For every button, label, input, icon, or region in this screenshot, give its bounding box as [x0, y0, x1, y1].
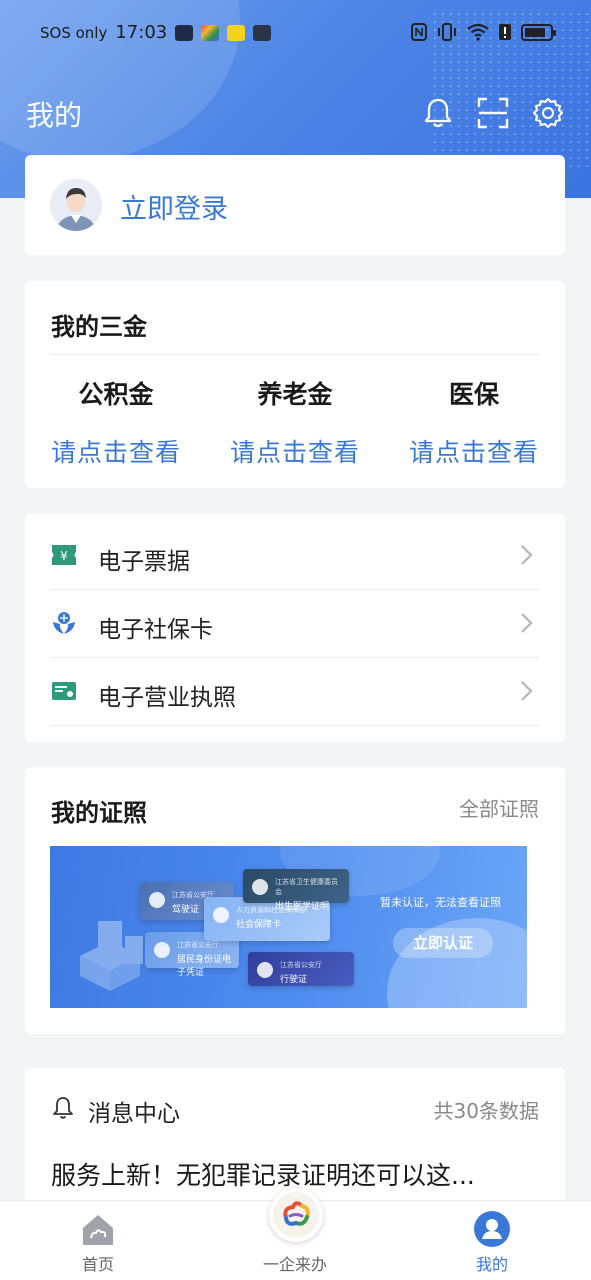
bell-icon[interactable] — [421, 96, 455, 130]
list-item-label: 电子票据 — [98, 549, 190, 575]
banner-note: 暂未认证，无法查看证照 — [380, 896, 501, 909]
list-item-label: 电子社保卡 — [98, 617, 213, 643]
certificate-banner[interactable]: 江苏省公安厅 驾驶证 江苏省公安厅 居民身份证电子凭证 人力资源和社会保障部 社… — [50, 846, 527, 1008]
tab-label: 首页 — [81, 1255, 114, 1274]
list-item-e-receipt[interactable]: ¥ 电子票据 — [25, 522, 565, 590]
divider — [51, 725, 539, 726]
section-title: 我的证照 — [51, 799, 147, 827]
verify-now-button[interactable]: 立即认证 — [393, 928, 493, 958]
list-item-e-social-security-card[interactable]: 电子社保卡 — [25, 590, 565, 658]
home-icon — [83, 1215, 113, 1245]
vehicle-license-card: 江苏省公安厅 行驶证 — [248, 952, 354, 986]
battery-icon — [521, 23, 556, 41]
wifi-icon — [467, 23, 489, 41]
divider — [51, 354, 539, 355]
tab-label: 我的 — [475, 1255, 508, 1274]
clock: 17:03 — [115, 22, 168, 43]
chevron-right-icon — [521, 613, 533, 633]
birth-certificate-card: 江苏省卫生健康委员会 出生医学证明 — [243, 869, 349, 912]
section-title: 我的三金 — [51, 313, 147, 341]
page-title: 我的 — [26, 99, 83, 132]
reader-icon — [253, 24, 272, 41]
scan-icon[interactable] — [476, 96, 510, 130]
message-preview[interactable]: 服务上新！无犯罪记录证明还可以这... — [51, 1156, 475, 1192]
view-link[interactable]: 请点击查看 — [36, 433, 196, 469]
tab-mine[interactable]: 我的 — [432, 1201, 552, 1280]
fund-label: 医保 — [448, 380, 499, 409]
message-count[interactable]: 共30条数据 — [434, 1095, 539, 1124]
fund-column-medical[interactable]: 医保 请点击查看 — [394, 375, 554, 469]
all-certificates-link[interactable]: 全部证照 — [459, 793, 539, 822]
view-link[interactable]: 请点击查看 — [215, 433, 375, 469]
svg-text:¥: ¥ — [60, 549, 68, 563]
app-notification-icon — [201, 24, 220, 41]
status-bar: SOS only 17:03 — [0, 18, 591, 48]
carrier-text: SOS only — [40, 23, 108, 42]
list-item-label: 电子营业执照 — [98, 685, 236, 711]
business-license-icon — [52, 682, 76, 700]
settings-gear-icon[interactable] — [531, 96, 565, 130]
social-security-icon — [53, 612, 75, 634]
fund-label: 养老金 — [257, 380, 333, 409]
alert-icon — [499, 24, 511, 40]
chevron-right-icon — [521, 681, 533, 701]
list-item-e-business-license[interactable]: 电子营业执照 — [25, 658, 565, 726]
tab-label: 一企来办 — [262, 1255, 327, 1274]
chevron-right-icon — [521, 545, 533, 565]
tab-home[interactable]: 首页 — [38, 1201, 158, 1280]
nfc-icon — [411, 23, 427, 41]
yiqi-laiban-logo-icon — [273, 1192, 319, 1238]
fund-label: 公积金 — [78, 380, 154, 409]
login-card[interactable]: 立即登录 — [25, 155, 565, 255]
fund-column-housing[interactable]: 公积金 请点击查看 — [36, 375, 196, 469]
vibrate-icon — [438, 23, 456, 41]
view-link[interactable]: 请点击查看 — [394, 433, 554, 469]
ticket-icon: ¥ — [52, 545, 76, 565]
fund-column-pension[interactable]: 养老金 请点击查看 — [215, 375, 375, 469]
certificates-card: 我的证照 全部证照 江苏省公安厅 驾驶证 江苏省公安厅 居民身份证电子凭证 人力… — [25, 767, 565, 1034]
mail-icon — [175, 24, 194, 41]
avatar[interactable] — [50, 179, 102, 231]
three-funds-card: 我的三金 公积金 请点击查看 养老金 请点击查看 医保 请点击查看 — [25, 281, 565, 488]
user-avatar-icon — [50, 179, 102, 231]
center-app-button[interactable] — [269, 1188, 323, 1242]
app-notification-icon — [227, 24, 246, 41]
user-profile-icon — [474, 1211, 510, 1247]
bell-icon — [53, 1097, 73, 1119]
message-center-title: 消息中心 — [88, 1101, 180, 1127]
login-button[interactable]: 立即登录 — [120, 187, 228, 226]
e-services-card: ¥ 电子票据 电子社保卡 电子营业执照 — [25, 514, 565, 742]
